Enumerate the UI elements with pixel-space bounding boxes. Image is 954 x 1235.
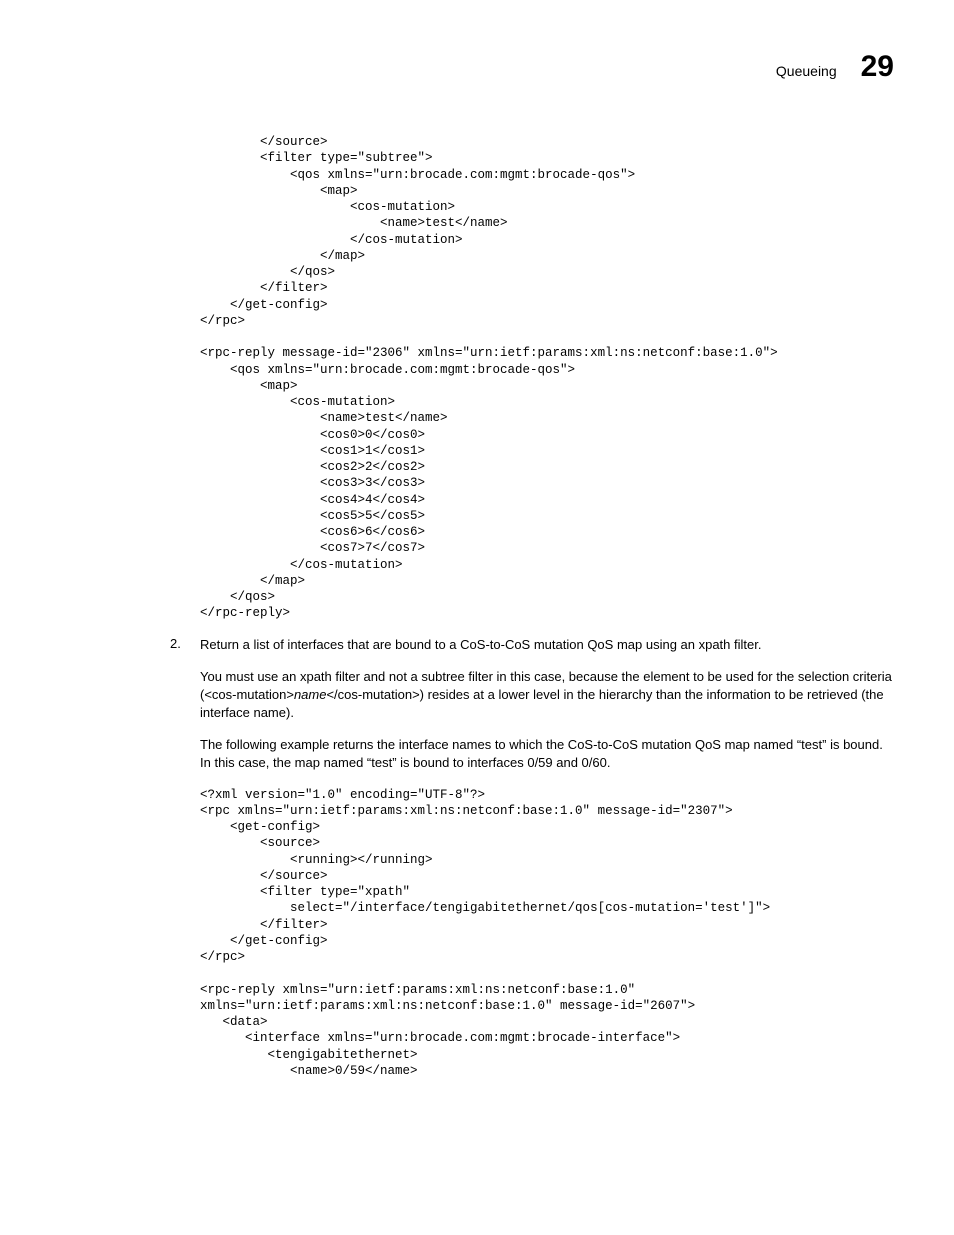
- header-title: Queueing: [776, 63, 837, 79]
- code-block-1: </source> <filter type="subtree"> <qos x…: [200, 134, 894, 622]
- code-block-2: <?xml version="1.0" encoding="UTF-8"?> <…: [200, 787, 894, 1080]
- page-header: Queueing 29: [60, 50, 894, 84]
- step-2: 2. Return a list of interfaces that are …: [170, 636, 894, 654]
- paragraph-1: You must use an xpath filter and not a s…: [200, 668, 894, 723]
- step-number: 2.: [170, 636, 200, 654]
- paragraph-2: The following example returns the interf…: [200, 736, 894, 772]
- page-number: 29: [861, 50, 894, 84]
- para1-italic: name: [294, 687, 327, 702]
- step-text: Return a list of interfaces that are bou…: [200, 636, 761, 654]
